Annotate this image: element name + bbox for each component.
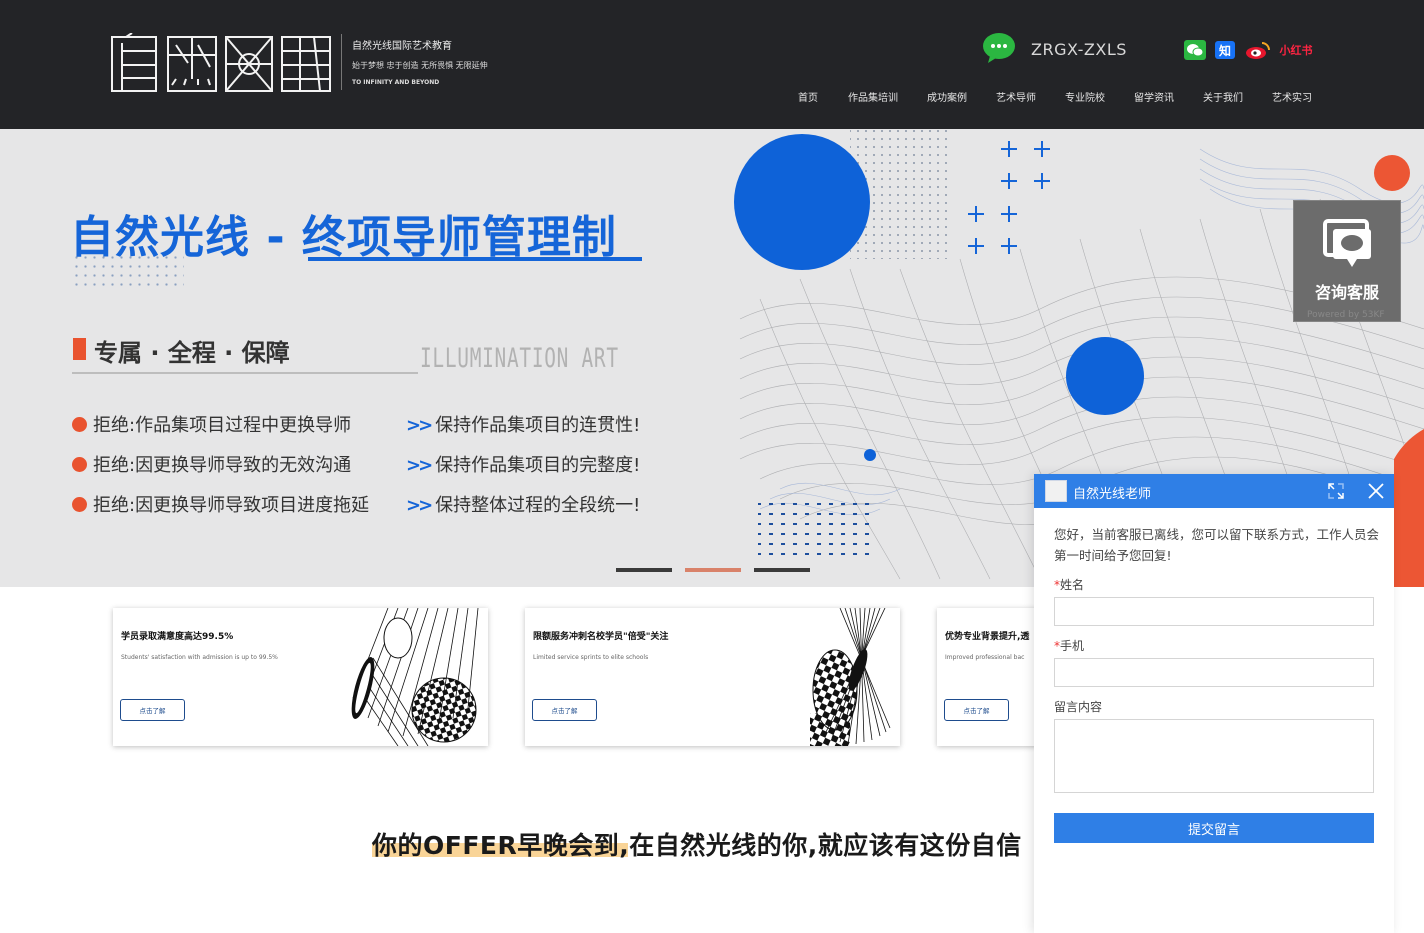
nav-home[interactable]: 首页 — [798, 89, 818, 104]
banner-title-part2: 终项导师管理制 — [301, 212, 617, 263]
logo-mark[interactable] — [110, 33, 332, 93]
slider-dot-2-active[interactable] — [685, 568, 741, 572]
slider-dot-3[interactable] — [754, 568, 810, 572]
nav-colleges[interactable]: 专业院校 — [1065, 89, 1105, 104]
nav-portfolio-training[interactable]: 作品集培训 — [848, 89, 898, 104]
chat-widget: 自然光线老师 您好，当前客服已离线，您可以留下联系方式，工作人员会第一时间给予您… — [1034, 474, 1394, 933]
wechat-social-icon[interactable] — [1184, 40, 1206, 60]
card-title: 优势专业背景提升,透 — [945, 632, 1030, 642]
xiaohongshu-icon[interactable]: 小红书 — [1279, 40, 1313, 60]
banner-point-right: >> 保持整体过程的全段统一! — [406, 491, 640, 517]
optical-art-illustration — [810, 608, 891, 746]
consult-label: 咨询客服 — [1314, 283, 1379, 302]
phone-input[interactable] — [1054, 658, 1374, 687]
double-chevron-icon: >> — [406, 415, 433, 436]
offer-slogan: 你的OFFER早晚会到,在自然光线的你,就应该有这份自信 — [372, 831, 1022, 860]
name-label-text: 姓名 — [1060, 578, 1085, 592]
logo-divider — [341, 34, 342, 90]
learn-more-button[interactable]: 点击了解 — [532, 699, 597, 721]
learn-more-button[interactable]: 点击了解 — [944, 699, 1009, 721]
banner-point-right: >> 保持作品集项目的完整度! — [406, 451, 640, 477]
feature-card: 学员录取满意度高达99.5% Students' satisfaction wi… — [113, 608, 488, 746]
card-subtitle: Students' satisfaction with admission is… — [121, 654, 278, 661]
agent-avatar — [1045, 480, 1067, 502]
maximize-icon[interactable] — [1327, 482, 1345, 500]
nav-about-us[interactable]: 关于我们 — [1203, 89, 1243, 104]
powered-by-text: Powered by 53KF — [1307, 310, 1385, 320]
offline-message: 您好，当前客服已离线，您可以留下联系方式，工作人员会第一时间给予您回复! — [1054, 527, 1380, 563]
nav-art-internship[interactable]: 艺术实习 — [1272, 89, 1312, 104]
message-label: 留言内容 — [1054, 700, 1103, 714]
subtitle-divider — [72, 372, 418, 374]
banner-point-left: 拒绝:因更换导师导致的无效沟通 — [72, 451, 351, 477]
close-icon[interactable] — [1367, 482, 1385, 500]
feature-card: 限额服务冲刺名校学员"倍受"关注 Limited service sprints… — [525, 608, 900, 746]
banner-title-underline — [308, 257, 642, 261]
logo-tagline: 自然光线国际艺术教育 — [352, 41, 452, 52]
banner-title: 自然光线 - 终项导师管理制 — [70, 201, 617, 265]
double-chevron-icon: >> — [406, 495, 433, 516]
banner-point-left: 拒绝:作品集项目过程中更换导师 — [72, 411, 351, 437]
chat-header: 自然光线老师 — [1034, 474, 1394, 508]
nav-art-mentors[interactable]: 艺术导师 — [996, 89, 1036, 104]
wechat-id: ZRGX-ZXLS — [1031, 40, 1127, 59]
card-title: 学员录取满意度高达99.5% — [121, 632, 234, 642]
banner-watermark: ILLUMINATION ART — [420, 343, 619, 374]
card-title: 限额服务冲刺名校学员"倍受"关注 — [533, 632, 669, 642]
name-label: *姓名 — [1054, 576, 1084, 593]
weibo-icon[interactable] — [1245, 40, 1271, 60]
card-subtitle: Limited service sprints to elite schools — [533, 654, 649, 661]
slider-dot-1[interactable] — [616, 568, 672, 572]
chat-bubble-icon — [1323, 219, 1371, 267]
agent-name: 自然光线老师 — [1073, 487, 1152, 502]
wechat-icon[interactable] — [982, 32, 1022, 66]
phone-label-text: 手机 — [1060, 639, 1085, 653]
optical-art-illustration — [351, 608, 479, 746]
learn-more-button[interactable]: 点击了解 — [120, 699, 185, 721]
logo-english-slogan: TO INFINITY AND BEYOND — [352, 79, 440, 86]
zhihu-icon[interactable]: 知 — [1215, 41, 1235, 59]
site-header: 自然光线国际艺术教育 始于梦想 忠于创造 无所畏惧 无限延伸 TO INFINI… — [0, 0, 1424, 129]
banner-point-right-text: 保持整体过程的全段统一! — [435, 495, 641, 516]
banner-subtitle: 专属 · 全程 · 保障 — [94, 339, 290, 367]
banner-point-right: >> 保持作品集项目的连贯性! — [406, 411, 640, 437]
name-input[interactable] — [1054, 597, 1374, 626]
double-chevron-icon: >> — [406, 455, 433, 476]
nav-study-abroad-news[interactable]: 留学资讯 — [1134, 89, 1174, 104]
phone-label: *手机 — [1054, 637, 1084, 654]
submit-message-button[interactable]: 提交留言 — [1054, 813, 1374, 843]
banner-point-right-text: 保持作品集项目的完整度! — [435, 455, 641, 476]
consult-service-button[interactable]: 咨询客服 — [1293, 200, 1401, 322]
banner-point-right-text: 保持作品集项目的连贯性! — [435, 415, 641, 436]
logo-slogan: 始于梦想 忠于创造 无所畏惧 无限延伸 — [352, 61, 488, 70]
banner-title-part1: 自然光线 - — [70, 212, 302, 263]
subtitle-accent-bar — [73, 338, 86, 360]
message-textarea[interactable] — [1054, 719, 1374, 793]
card-subtitle: Improved professional bac — [945, 654, 1025, 661]
nav-success-cases[interactable]: 成功案例 — [927, 89, 967, 104]
banner-point-left: 拒绝:因更换导师导致项目进度拖延 — [72, 491, 369, 517]
